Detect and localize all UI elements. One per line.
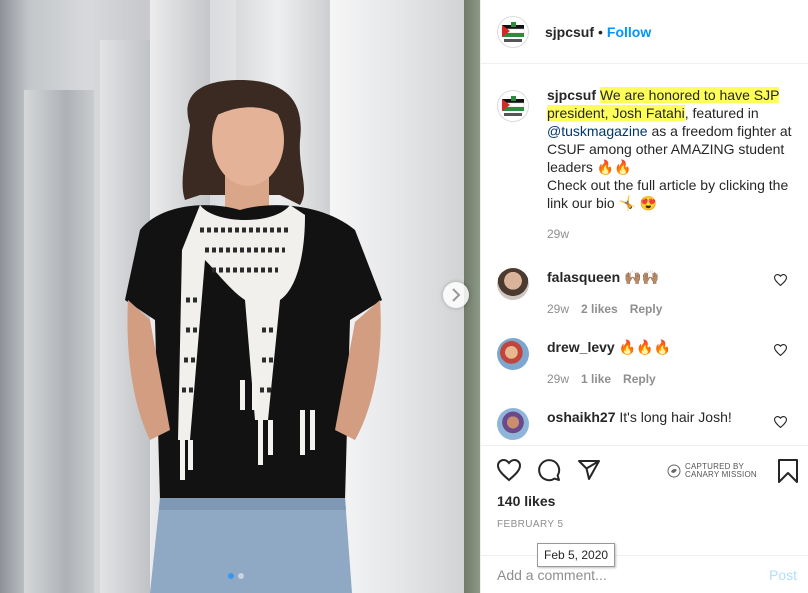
heart-icon[interactable]	[774, 274, 787, 286]
comment-item: oshaikh27 It's long hair Josh!	[497, 408, 797, 440]
caption-segment: Check out the full article by clicking t…	[547, 177, 789, 211]
caption-username[interactable]: sjpcsuf	[547, 87, 596, 103]
comment-body: drew_levy 🔥🔥🔥	[547, 338, 797, 356]
comment-icon[interactable]	[537, 458, 561, 482]
caption-segment: , featured in	[684, 105, 759, 121]
caption-text: sjpcsuf We are honored to have SJP presi…	[547, 86, 797, 212]
comment-text: 🔥🔥🔥	[618, 339, 671, 355]
add-comment-bar: Post	[481, 555, 808, 593]
canary-line: CANARY MISSION	[685, 470, 757, 479]
separator-dot: •	[598, 23, 603, 40]
heart-icon[interactable]	[774, 344, 787, 356]
avatar[interactable]	[497, 15, 529, 48]
carousel-next-button[interactable]	[443, 282, 469, 308]
heart-icon[interactable]	[497, 458, 521, 482]
canary-logo-icon	[667, 464, 681, 478]
caption-mention-link[interactable]: @tuskmagazine	[547, 123, 648, 139]
comment-username[interactable]: oshaikh27	[547, 409, 615, 425]
likes-count[interactable]: 140 likes	[497, 493, 555, 509]
post-comment-button[interactable]: Post	[769, 567, 797, 583]
post-header: sjpcsuf • Follow	[481, 0, 808, 64]
fist-logo-icon	[501, 96, 525, 116]
bookmark-icon[interactable]	[777, 459, 799, 483]
comment-username[interactable]: falasqueen	[547, 269, 620, 285]
carousel-dot-active	[228, 573, 234, 579]
reply-button[interactable]: Reply	[623, 372, 656, 386]
comment-likes[interactable]: 1 like	[581, 372, 611, 386]
action-icons	[497, 458, 601, 482]
caption-avatar[interactable]	[497, 90, 529, 122]
caption-highlight: president, Josh Fatahi	[547, 105, 685, 121]
caption-timestamp[interactable]: 29w	[547, 227, 797, 241]
comment-meta: 29w 1 like Reply	[547, 372, 797, 386]
carousel-dots	[228, 573, 244, 579]
comment-text: 🙌🏽🙌🏽	[624, 269, 659, 285]
commenter-avatar[interactable]	[497, 408, 529, 440]
share-icon[interactable]	[577, 458, 601, 482]
comment-time[interactable]: 29w	[547, 302, 569, 316]
date-tooltip: Feb 5, 2020	[537, 543, 616, 567]
comment-body: oshaikh27 It's long hair Josh!	[547, 408, 797, 426]
heart-icon[interactable]	[774, 416, 787, 428]
comment-item: falasqueen 🙌🏽🙌🏽 29w 2 likes Reply	[497, 268, 797, 316]
commenter-avatar[interactable]	[497, 338, 529, 370]
chevron-right-icon	[452, 288, 461, 302]
post-actions: CAPTURED BY CANARY MISSION 140 likes FEB…	[481, 445, 808, 593]
comment-input[interactable]	[497, 567, 747, 583]
comment-body: falasqueen 🙌🏽🙌🏽	[547, 268, 797, 286]
canary-text: CAPTURED BY CANARY MISSION	[685, 463, 757, 479]
follow-button[interactable]: Follow	[607, 24, 651, 40]
comment-likes[interactable]: 2 likes	[581, 302, 618, 316]
comment-text: It's long hair Josh!	[619, 409, 732, 425]
post-date[interactable]: FEBRUARY 5	[497, 519, 563, 530]
comment-username[interactable]: drew_levy	[547, 339, 615, 355]
post-username[interactable]: sjpcsuf	[545, 24, 594, 40]
caption-highlight: We are honored to have SJP	[599, 87, 780, 103]
post-photo	[0, 0, 480, 593]
comment-item: drew_levy 🔥🔥🔥 29w 1 like Reply	[497, 338, 797, 386]
comment-time[interactable]: 29w	[547, 372, 569, 386]
person-figure	[125, 80, 382, 593]
commenter-avatar[interactable]	[497, 268, 529, 300]
canary-watermark: CAPTURED BY CANARY MISSION	[667, 463, 757, 479]
fist-logo-icon	[501, 21, 525, 42]
reply-button[interactable]: Reply	[630, 302, 663, 316]
comment-meta: 29w 2 likes Reply	[547, 302, 797, 316]
post-side-panel: sjpcsuf • Follow sjpcsuf We are honored …	[480, 0, 808, 593]
carousel-dot	[238, 573, 244, 579]
post-caption: sjpcsuf We are honored to have SJP presi…	[497, 86, 797, 241]
